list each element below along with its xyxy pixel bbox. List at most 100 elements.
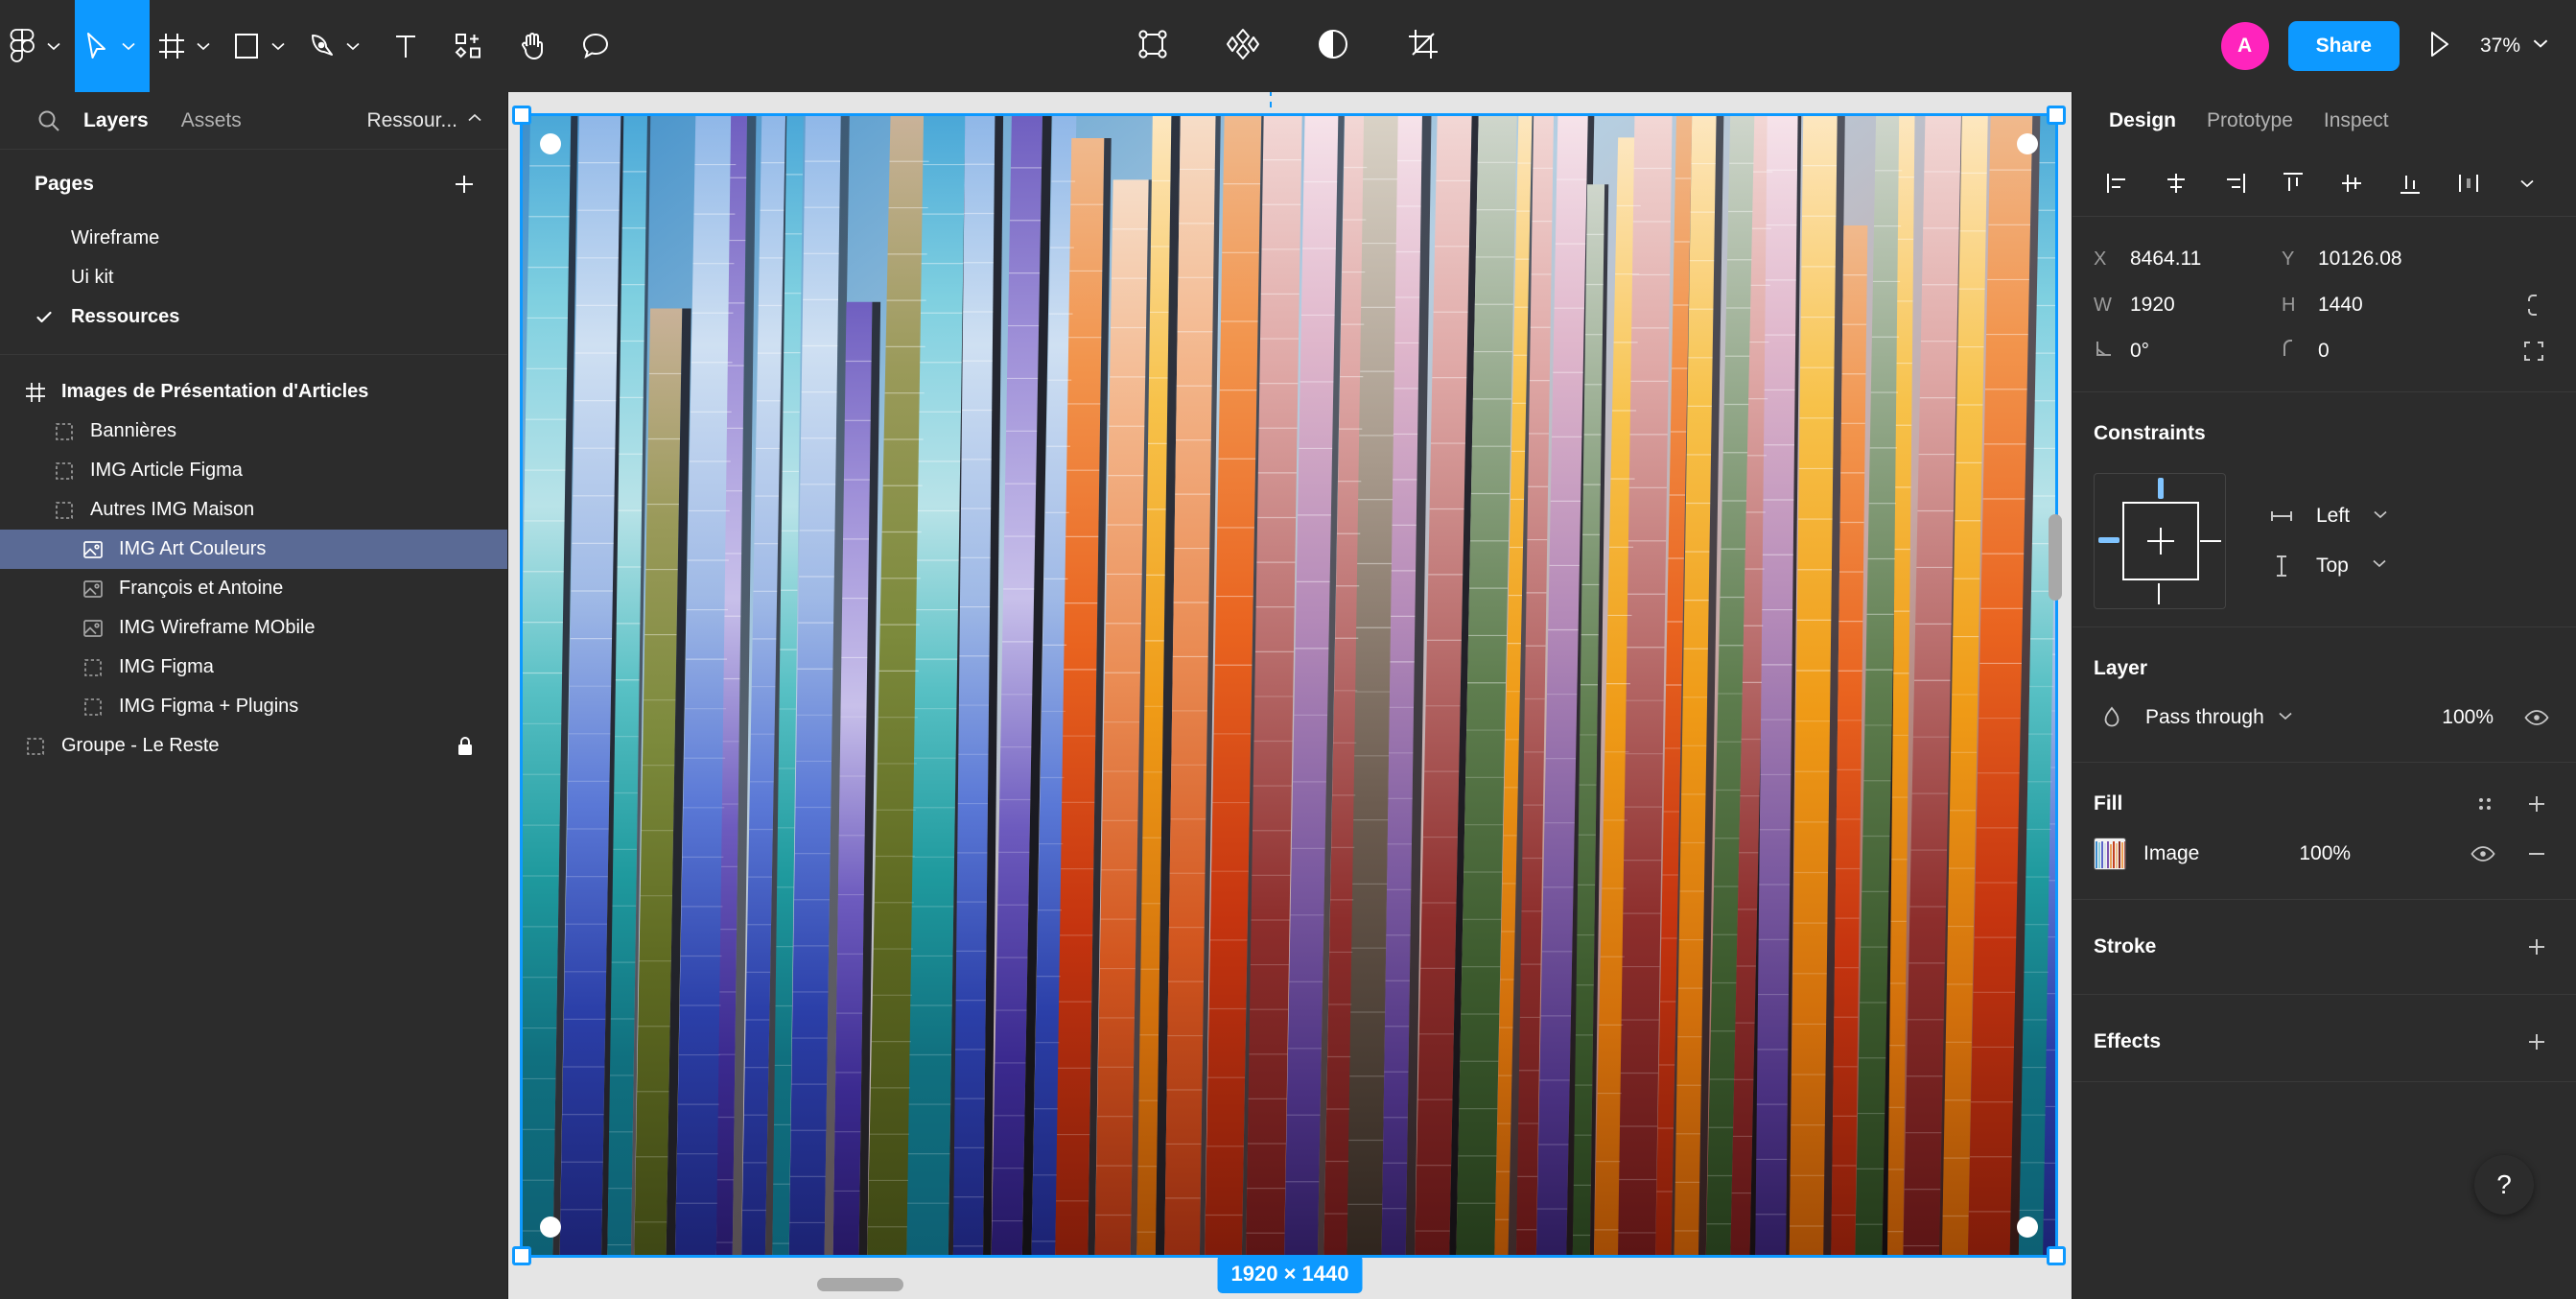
constraint-bottom-marker[interactable] — [2158, 583, 2160, 604]
layer-row[interactable]: IMG Figma + Plugins — [0, 687, 507, 726]
file-name-dropdown[interactable]: Ressour... — [366, 108, 507, 133]
crop-tool-button[interactable] — [1389, 17, 1458, 75]
contrast-tool-button[interactable] — [1299, 17, 1368, 75]
page-item-ui-kit[interactable]: Ui kit — [0, 258, 507, 297]
layer-opacity-value[interactable]: 100% — [2442, 706, 2494, 729]
layer-row[interactable]: Groupe - Le Reste — [0, 726, 507, 766]
tab-design[interactable]: Design — [2094, 109, 2191, 132]
zoom-control[interactable]: 37% — [2480, 33, 2551, 59]
resources-tool-button[interactable] — [437, 0, 501, 92]
eye-icon[interactable] — [2518, 699, 2555, 736]
chevron-down-icon — [2530, 33, 2551, 59]
fill-image-thumbnail[interactable] — [2094, 838, 2126, 870]
layer-row[interactable]: François et Antoine — [0, 569, 507, 608]
blend-mode-dropdown[interactable]: Pass through — [2145, 706, 2295, 730]
width-field[interactable]: W 1920 — [2094, 294, 2282, 317]
align-top-icon[interactable] — [2265, 161, 2320, 205]
layer-row[interactable]: IMG Article Figma — [0, 451, 507, 490]
add-effect-button[interactable] — [2518, 1024, 2555, 1060]
layer-row[interactable]: IMG Wireframe MObile — [0, 608, 507, 648]
align-horizontal-center-icon[interactable] — [2148, 161, 2203, 205]
group-icon — [50, 496, 79, 525]
chevron-down-icon[interactable] — [119, 36, 150, 56]
present-button[interactable] — [2419, 25, 2461, 67]
distribute-icon[interactable] — [2441, 161, 2495, 205]
search-icon[interactable] — [31, 103, 67, 139]
pen-tool-button[interactable] — [299, 0, 374, 92]
layer-label: Bannières — [90, 420, 177, 441]
tab-inspect[interactable]: Inspect — [2308, 109, 2404, 132]
text-tool-button[interactable] — [374, 0, 437, 92]
constraint-left-marker[interactable] — [2098, 537, 2119, 543]
add-stroke-button[interactable] — [2518, 929, 2555, 965]
four-diamonds-icon — [1226, 27, 1260, 66]
fill-opacity-value[interactable]: 100% — [2299, 842, 2351, 865]
vertical-scrollbar[interactable] — [2049, 514, 2062, 601]
align-bottom-icon[interactable] — [2382, 161, 2437, 205]
align-left-icon[interactable] — [2090, 161, 2144, 205]
stroke-header: Stroke — [2094, 925, 2555, 969]
plugins-tool-button[interactable] — [1208, 17, 1277, 75]
horizontal-scrollbar[interactable] — [817, 1278, 903, 1291]
chevron-down-icon[interactable] — [44, 36, 75, 56]
more-align-options-chevron-down-icon[interactable] — [2499, 161, 2554, 205]
constraint-top-marker[interactable] — [2158, 478, 2164, 499]
page-label: Ressources — [71, 306, 180, 327]
layer-row[interactable]: Bannières — [0, 412, 507, 451]
tab-assets[interactable]: Assets — [165, 109, 258, 132]
transform-properties: X 8464.11 Y 10126.08 W 1920 H 1440 0° 0 — [2073, 217, 2576, 392]
height-field[interactable]: H 1440 — [2282, 294, 2470, 317]
remove-fill-button[interactable] — [2518, 836, 2555, 872]
link-icon[interactable] — [2513, 284, 2555, 326]
constraint-right-marker[interactable] — [2200, 540, 2221, 542]
layer-row[interactable]: IMG Figma — [0, 648, 507, 687]
left-sidebar: Layers Assets Ressour... Pages Wireframe — [0, 92, 508, 1299]
comment-tool-button[interactable] — [564, 0, 627, 92]
page-item-wireframe[interactable]: Wireframe — [0, 219, 507, 258]
chevron-down-icon[interactable] — [343, 36, 374, 56]
x-field[interactable]: X 8464.11 — [2094, 248, 2282, 271]
layer-row[interactable]: Images de Présentation d'Articles — [0, 372, 507, 412]
avatar[interactable]: A — [2220, 22, 2269, 70]
lock-icon[interactable] — [456, 736, 475, 757]
artwork-image[interactable] — [522, 115, 2056, 1256]
layer-label: IMG Figma — [119, 656, 214, 677]
share-button[interactable]: Share — [2287, 21, 2400, 71]
layer-row[interactable]: Autres IMG Maison — [0, 490, 507, 530]
add-fill-button[interactable] — [2518, 786, 2555, 822]
add-page-button[interactable] — [448, 168, 480, 201]
y-field[interactable]: Y 10126.08 — [2282, 248, 2470, 271]
page-item-ressources[interactable]: Ressources — [0, 297, 507, 337]
frame-tool-button[interactable] — [150, 0, 224, 92]
layer-row-selected[interactable]: IMG Art Couleurs — [0, 530, 507, 569]
paint-chip-artwork-svg — [522, 115, 2056, 1256]
canvas-viewport[interactable]: 1920 × 1440 — [508, 92, 2072, 1299]
figma-app-window: A Share 37% Layers Assets Ressour... Pag… — [0, 0, 2576, 1299]
selected-frame[interactable] — [512, 92, 2066, 1265]
rotation-field[interactable]: 0° — [2094, 338, 2282, 365]
selection-box-tool-button[interactable] — [1118, 17, 1187, 75]
pages-header: Pages — [0, 150, 507, 219]
corner-radius-field[interactable]: 0 — [2282, 338, 2470, 365]
vertical-constraint-dropdown[interactable]: Top — [2268, 554, 2390, 579]
styles-dots-icon[interactable] — [2467, 786, 2503, 822]
fill-type-label[interactable]: Image — [2143, 842, 2199, 865]
help-button[interactable]: ? — [2474, 1155, 2534, 1215]
hand-tool-button[interactable] — [501, 0, 564, 92]
chevron-down-icon[interactable] — [194, 36, 224, 56]
corners-icon[interactable] — [2513, 330, 2555, 372]
move-tool-button[interactable] — [75, 0, 150, 92]
constraints-grid[interactable] — [2094, 473, 2226, 609]
eye-icon[interactable] — [2465, 836, 2501, 872]
w-value: 1920 — [2130, 294, 2175, 316]
chevron-down-icon[interactable] — [269, 36, 299, 56]
figma-menu-button[interactable] — [0, 0, 75, 92]
align-vertical-center-icon[interactable] — [2324, 161, 2378, 205]
tab-prototype[interactable]: Prototype — [2191, 109, 2308, 132]
horizontal-constraint-dropdown[interactable]: Left — [2268, 505, 2390, 529]
cursor-arrow-icon — [75, 24, 119, 68]
tab-layers[interactable]: Layers — [67, 109, 165, 132]
align-right-icon[interactable] — [2207, 161, 2261, 205]
shape-tool-button[interactable] — [224, 0, 299, 92]
stroke-section: Stroke — [2073, 900, 2576, 995]
